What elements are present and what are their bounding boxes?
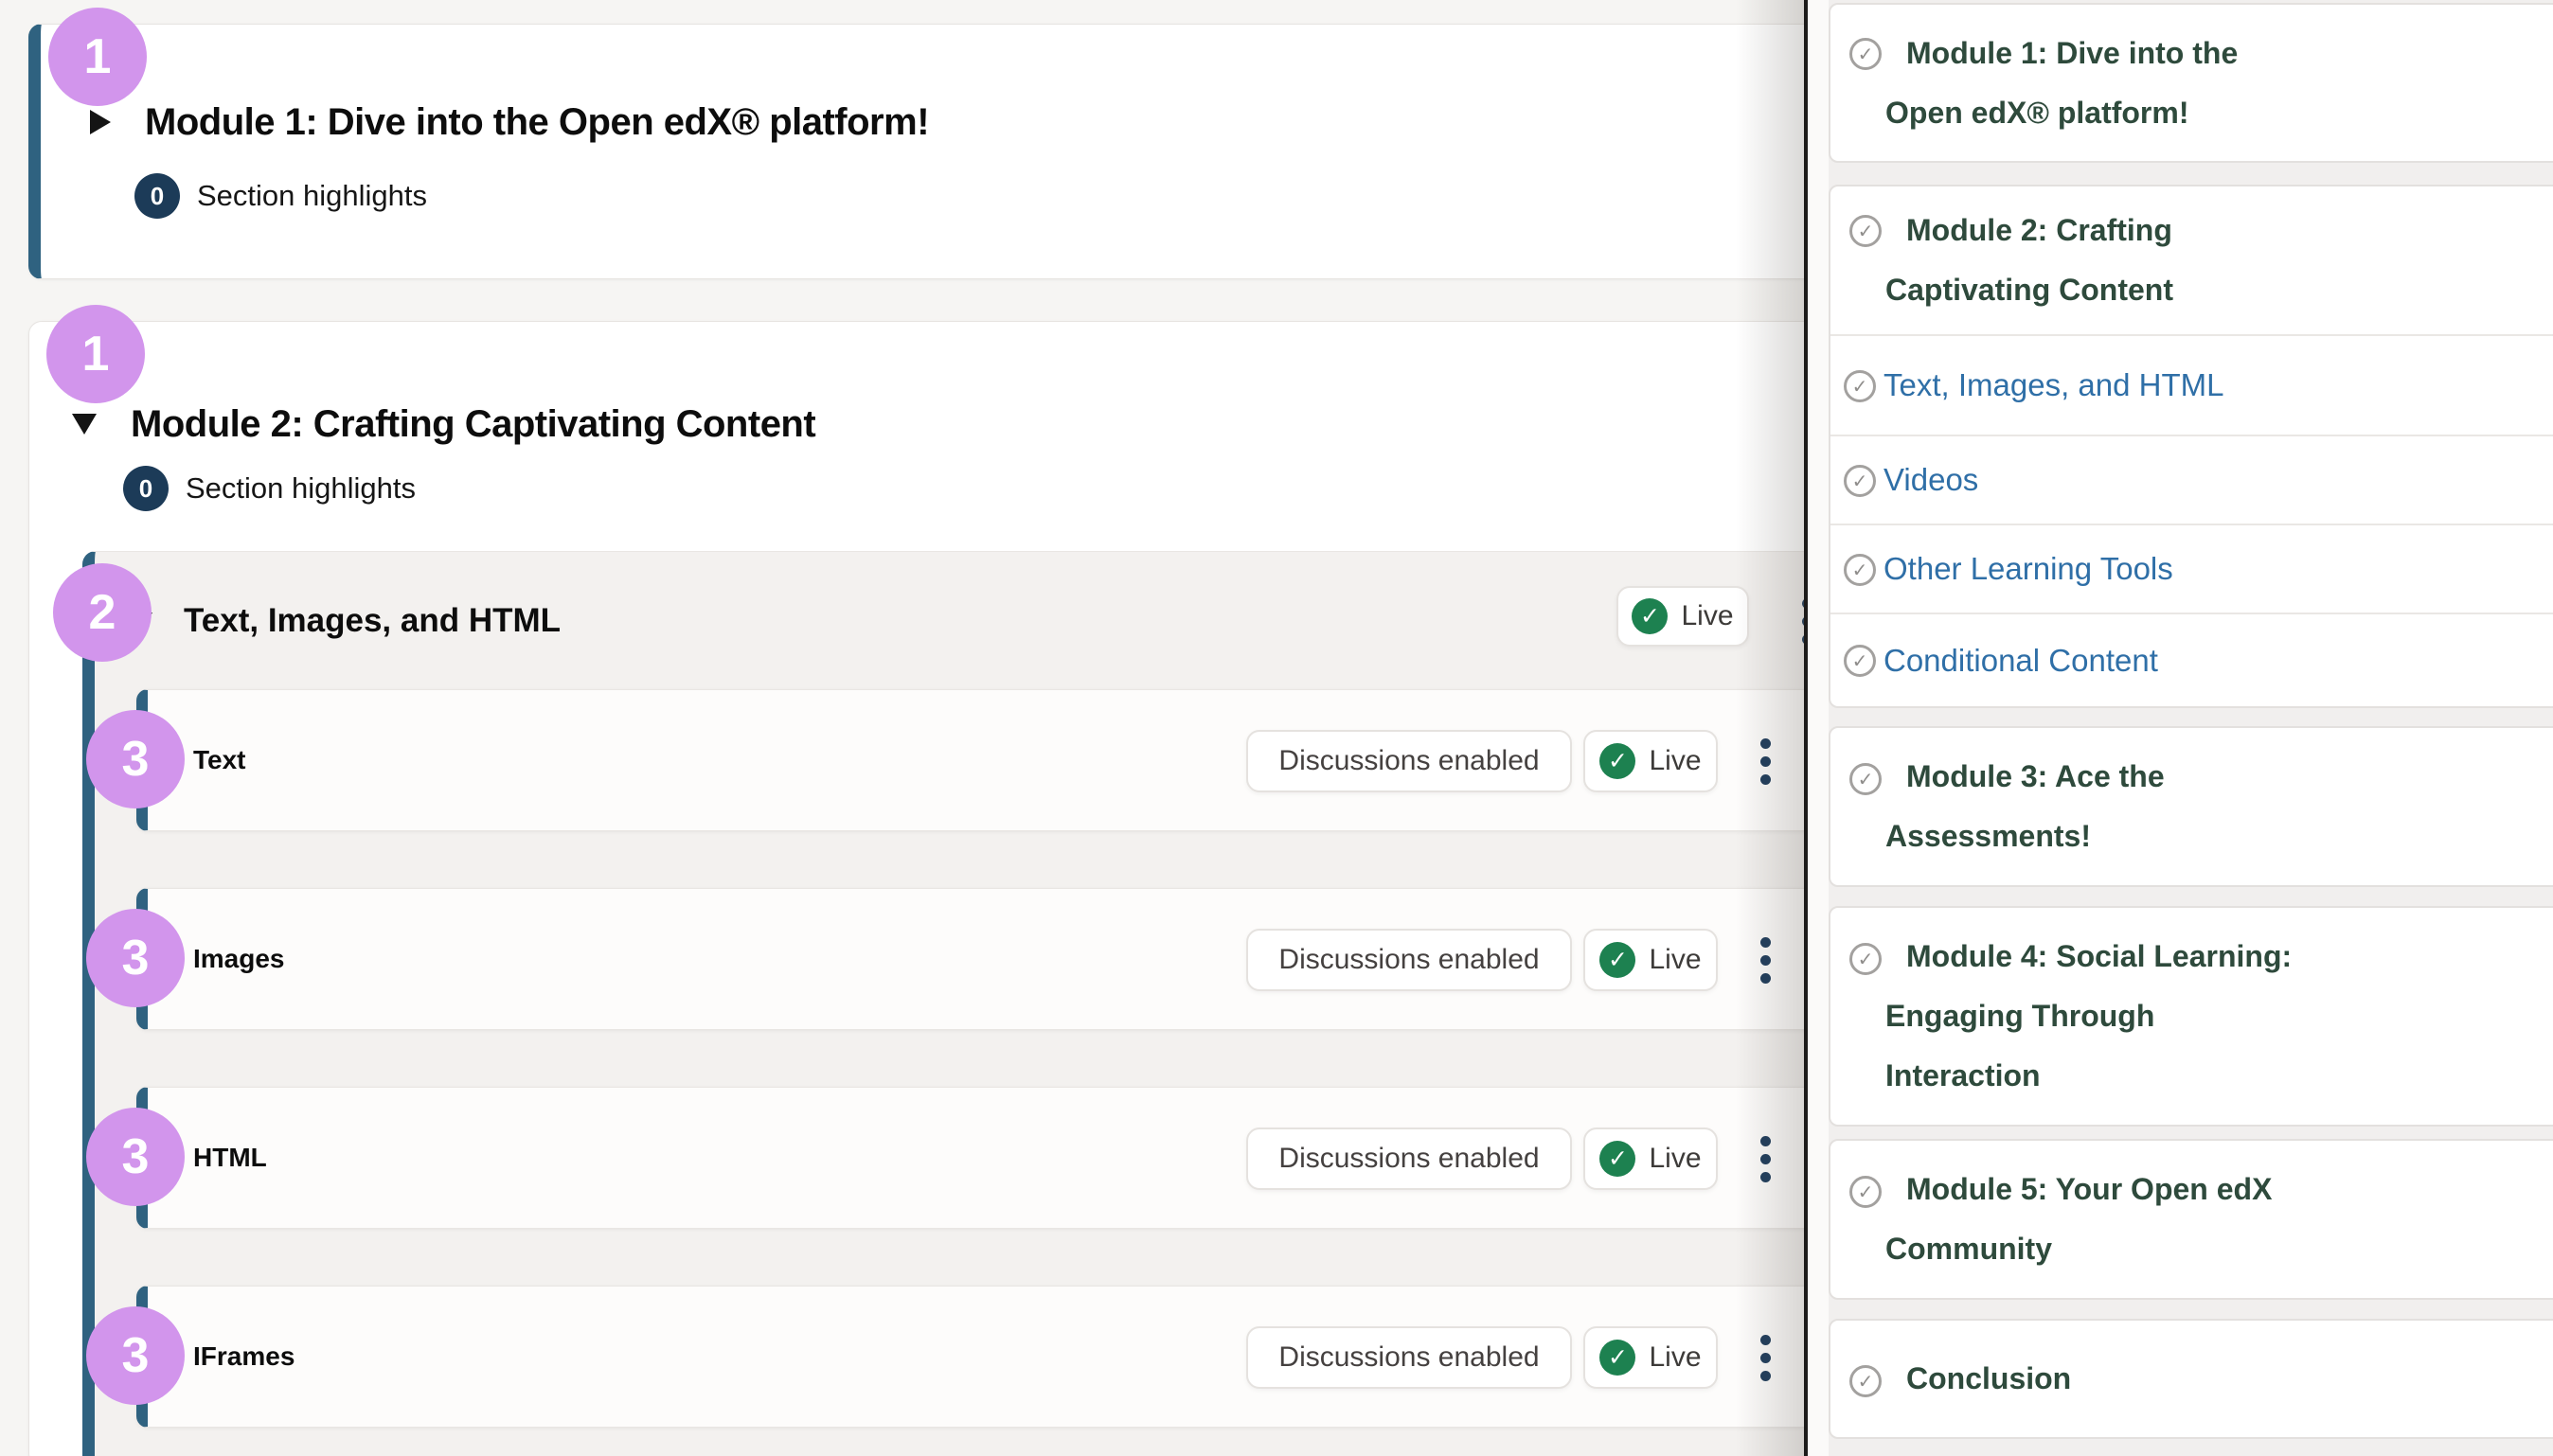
annotation-badge-3: 3 [86,710,185,808]
status-badge-live: ✓ Live [1616,586,1749,647]
check-circle-icon: ✓ [1599,942,1635,978]
kebab-menu-icon[interactable] [1746,719,1784,804]
caret-down-icon[interactable] [72,414,97,435]
unit-title: Images [193,889,285,1029]
check-circle-icon: ✓ [1844,465,1876,497]
check-circle-icon: ✓ [1632,598,1668,634]
unit-title: Text [193,690,246,830]
check-circle-icon: ✓ [1844,554,1876,586]
subsection-title: Text, Images, and HTML [184,602,561,640]
subsection-header: Text, Images, and HTML [132,597,561,645]
panel-gap [1808,0,1829,1456]
annotation-badge-3: 3 [86,1306,185,1405]
discussions-enabled-badge: Discussions enabled [1246,1128,1572,1190]
sidebar-module-label: Module 3: Ace the Assessments! [1885,747,2313,866]
sidebar-module-label: Module 4: Social Learning: Engaging Thro… [1885,927,2313,1106]
check-circle-icon: ✓ [1844,370,1876,402]
unit-card-text: Text Discussions enabled ✓ Live [136,689,1804,831]
check-circle-icon: ✓ [1849,215,1882,247]
annotation-badge-1: 1 [46,305,145,403]
sidebar-link-label: Conditional Content [1884,643,2158,679]
sidebar-item-module-4[interactable]: ✓ Module 4: Social Learning: Engaging Th… [1829,906,2553,1127]
sidebar-link-conditional-content[interactable]: ✓ Conditional Content [1830,613,2553,706]
check-circle-icon: ✓ [1849,1365,1882,1397]
annotation-badge-2: 2 [53,563,152,662]
annotation-badge-3: 3 [86,909,185,1007]
kebab-menu-icon[interactable] [1746,1116,1784,1201]
sidebar-item-module-3[interactable]: ✓ Module 3: Ace the Assessments! [1829,726,2553,887]
check-circle-icon: ✓ [1849,763,1882,795]
section-card-module-1: Module 1: Dive into the Open edX® platfo… [28,24,1804,279]
unit-card-iframes: IFrames Discussions enabled ✓ Live [136,1286,1804,1428]
section-title: Module 1: Dive into the Open edX® platfo… [145,101,929,144]
sidebar-group-module-2: ✓ Module 2: Crafting Captivating Content… [1829,185,2553,708]
section-header-module-1: Module 1: Dive into the Open edX® platfo… [90,98,929,146]
sidebar-item-module-1[interactable]: ✓ Module 1: Dive into the Open edX® plat… [1829,3,2553,163]
unit-card-html: HTML Discussions enabled ✓ Live [136,1087,1804,1229]
status-badge-live: ✓ Live [1583,1128,1718,1190]
annotation-badge-3: 3 [86,1108,185,1206]
unit-title: HTML [193,1088,267,1228]
section-header-module-2: Module 2: Crafting Captivating Content [72,400,815,448]
highlights-label: Section highlights [186,471,416,506]
status-badge-live: ✓ Live [1583,929,1718,991]
sidebar-item-module-5[interactable]: ✓ Module 5: Your Open edX Community [1829,1139,2553,1300]
sidebar-link-label: Videos [1884,462,1978,498]
section-highlights-button[interactable]: 0 Section highlights [134,173,427,219]
sidebar-link-label: Text, Images, and HTML [1884,367,2223,403]
sidebar-module-label: Module 1: Dive into the Open edX® platfo… [1885,24,2313,143]
check-circle-icon: ✓ [1849,1176,1882,1208]
discussions-enabled-badge: Discussions enabled [1246,730,1572,792]
highlights-count-badge: 0 [134,173,180,219]
kebab-menu-icon[interactable] [1788,578,1804,664]
annotation-badge-1: 1 [48,8,147,106]
sidebar-module-label: Module 2: Crafting Captivating Content [1885,201,2313,320]
check-circle-icon: ✓ [1849,943,1882,975]
sidebar-item-module-2[interactable]: ✓ Module 2: Crafting Captivating Content [1830,186,2553,334]
check-circle-icon: ✓ [1599,1340,1635,1376]
check-circle-icon: ✓ [1849,38,1882,70]
sidebar-link-other-learning-tools[interactable]: ✓ Other Learning Tools [1830,524,2553,613]
check-circle-icon: ✓ [1599,743,1635,779]
course-outline-panel: Module 1: Dive into the Open edX® platfo… [0,0,1804,1456]
unit-title: IFrames [193,1287,295,1427]
sidebar-item-conclusion[interactable]: ✓ Conclusion [1829,1319,2553,1439]
caret-right-icon[interactable] [90,110,111,134]
section-title: Module 2: Crafting Captivating Content [131,403,815,446]
status-badge-live: ✓ Live [1583,730,1718,792]
check-circle-icon: ✓ [1844,645,1876,677]
subsection-card-text-images-html: Text, Images, and HTML ✓ Live Text Discu… [82,551,1804,1456]
highlights-count-badge: 0 [123,466,169,511]
section-highlights-button[interactable]: 0 Section highlights [123,466,416,511]
sidebar-link-videos[interactable]: ✓ Videos [1830,435,2553,524]
status-badge-live: ✓ Live [1583,1326,1718,1389]
course-navigation-sidebar: ✓ Module 1: Dive into the Open edX® plat… [1829,0,2553,1456]
highlights-label: Section highlights [197,179,427,213]
sidebar-module-label: Conclusion [1885,1349,2313,1409]
kebab-menu-icon[interactable] [1746,917,1784,1003]
discussions-enabled-badge: Discussions enabled [1246,1326,1572,1389]
discussions-enabled-badge: Discussions enabled [1246,929,1572,991]
sidebar-link-text-images-html[interactable]: ✓ Text, Images, and HTML [1830,334,2553,435]
unit-card-images: Images Discussions enabled ✓ Live [136,888,1804,1030]
kebab-menu-icon[interactable] [1746,1315,1784,1400]
sidebar-module-label: Module 5: Your Open edX Community [1885,1160,2313,1279]
sidebar-link-label: Other Learning Tools [1884,551,2173,587]
check-circle-icon: ✓ [1599,1141,1635,1177]
